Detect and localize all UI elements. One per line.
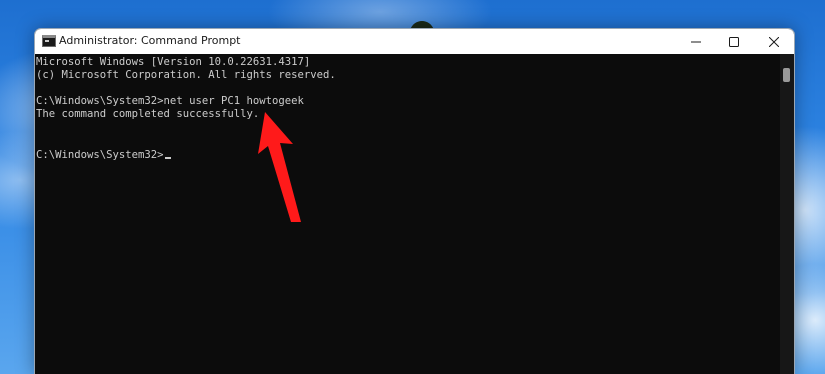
maximize-button[interactable]	[715, 29, 753, 54]
command-prompt-icon	[42, 35, 56, 47]
window-title: Administrator: Command Prompt	[59, 34, 241, 47]
scrollbar-thumb[interactable]	[783, 68, 790, 82]
vertical-scrollbar[interactable]	[780, 54, 794, 374]
close-button[interactable]	[755, 29, 793, 54]
minimize-button[interactable]	[677, 29, 715, 54]
command-prompt-window[interactable]: Administrator: Command Prompt Microsoft …	[34, 28, 795, 374]
title-bar[interactable]: Administrator: Command Prompt	[35, 29, 794, 54]
console-line: (c) Microsoft Corporation. All rights re…	[36, 69, 336, 81]
console-line: The command completed successfully.	[36, 108, 260, 120]
console-line: C:\Windows\System32>net user PC1 howtoge…	[36, 95, 304, 107]
close-icon	[769, 36, 779, 47]
text-cursor	[164, 157, 171, 159]
prompt-text: C:\Windows\System32>	[36, 149, 164, 161]
prompt-line[interactable]: C:\Windows\System32>	[36, 149, 171, 162]
maximize-icon	[729, 36, 739, 47]
minimize-icon	[691, 41, 701, 42]
console-line: Microsoft Windows [Version 10.0.22631.43…	[36, 56, 311, 68]
console-output[interactable]: Microsoft Windows [Version 10.0.22631.43…	[35, 54, 780, 374]
red-arrow-icon	[258, 112, 301, 222]
